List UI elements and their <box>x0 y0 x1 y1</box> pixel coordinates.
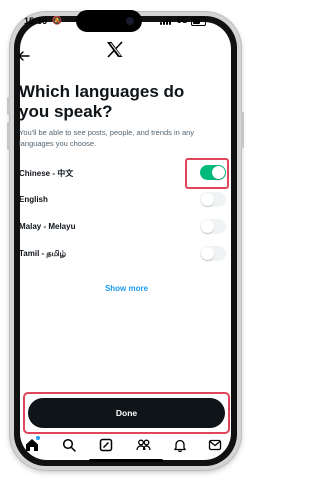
notifications-icon[interactable] <box>171 436 189 454</box>
camera-icon <box>126 17 134 25</box>
bottom-tab-bar <box>20 436 230 456</box>
language-row-malay[interactable]: Malay - Melayu <box>19 217 226 237</box>
power-button <box>241 112 244 148</box>
signal-icon <box>160 17 174 25</box>
language-row-tamil[interactable]: Tamil - தமிழ் <box>19 244 226 264</box>
x-logo-icon <box>106 41 124 64</box>
volume-button <box>7 122 10 150</box>
show-more-link[interactable]: Show more <box>0 284 253 293</box>
language-label: Chinese - 中文 <box>19 169 74 178</box>
home-icon[interactable] <box>23 436 41 454</box>
network-label: 5G <box>177 16 188 25</box>
highlight-box <box>185 158 229 189</box>
page-title: Which languages do you speak? <box>19 82 185 121</box>
status-time: 15:36 <box>24 16 48 26</box>
grok-icon[interactable] <box>97 436 115 454</box>
search-icon[interactable] <box>60 436 78 454</box>
language-row-english[interactable]: English <box>19 190 226 210</box>
home-indicator[interactable] <box>89 459 163 462</box>
messages-icon[interactable] <box>206 436 224 454</box>
language-toggle[interactable] <box>200 246 226 261</box>
language-toggle[interactable] <box>200 219 226 234</box>
communities-icon[interactable] <box>134 436 152 454</box>
language-label: Tamil - தமிழ் <box>19 249 66 258</box>
notification-dot <box>36 436 40 440</box>
done-button[interactable]: Done <box>28 398 225 428</box>
language-toggle[interactable] <box>200 192 226 207</box>
battery-icon <box>191 17 206 26</box>
bell-mute-icon: 🔕 <box>52 16 62 25</box>
language-label: English <box>19 195 48 204</box>
back-arrow-icon[interactable] <box>18 48 30 64</box>
page-subtitle: You'll be able to see posts, people, and… <box>19 128 195 148</box>
dynamic-island <box>76 10 142 32</box>
volume-button <box>7 97 10 115</box>
language-label: Malay - Melayu <box>19 222 76 231</box>
